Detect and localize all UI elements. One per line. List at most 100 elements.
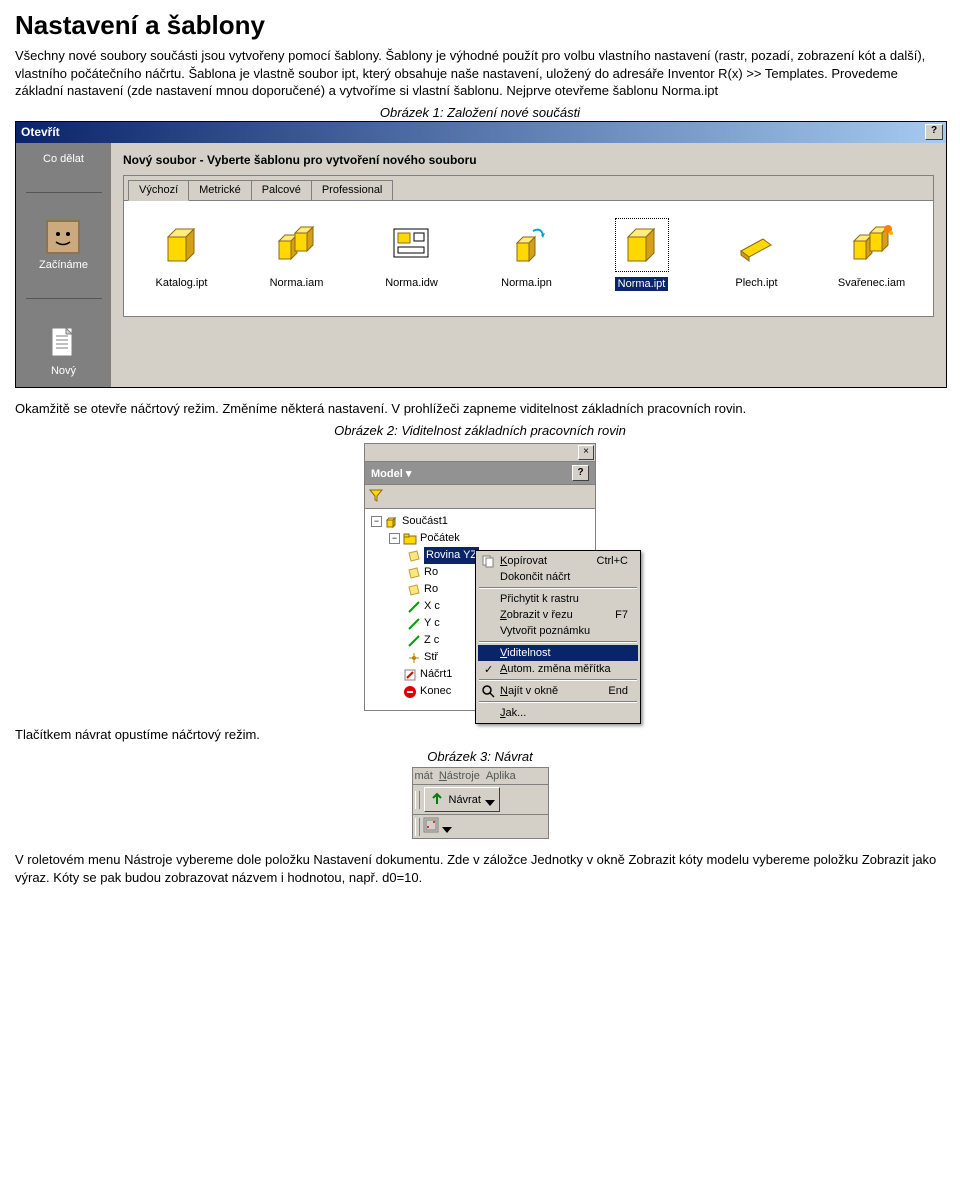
shortcut: End — [608, 685, 628, 697]
sidebar-label: Začínáme — [39, 259, 88, 271]
grip-icon — [415, 791, 420, 809]
menu-label: Vytvořit poznámku — [500, 625, 590, 637]
close-button[interactable]: × — [578, 445, 594, 460]
template-label: Plech.ipt — [735, 277, 777, 289]
template-norma-iam[interactable]: Norma.iam — [254, 221, 339, 291]
sidebar-zaciname[interactable]: Začínáme — [39, 220, 88, 271]
tree-label: Náčrt1 — [420, 666, 452, 683]
sketch-icon[interactable] — [423, 817, 439, 836]
presentation-icon — [503, 221, 551, 269]
template-norma-idw[interactable]: Norma.idw — [369, 221, 454, 291]
plane-icon — [407, 583, 421, 597]
menu-prichytit[interactable]: Přichytit k rastru — [478, 591, 638, 607]
tree-label: Konec — [420, 683, 451, 700]
page-title: Nastavení a šablony — [15, 10, 945, 41]
copy-icon — [481, 554, 495, 568]
menu-najit[interactable]: Najít v okně End — [478, 683, 638, 699]
folder-icon — [403, 532, 417, 546]
menu-viditelnost[interactable]: Viditelnost — [478, 645, 638, 661]
menu-bar: mát Nástroje Aplika — [413, 768, 548, 785]
template-norma-ipt[interactable]: Norma.ipt — [599, 221, 684, 291]
menu-aplika[interactable]: Aplika — [486, 770, 516, 782]
tab-vychozi[interactable]: Výchozí — [128, 180, 189, 201]
filter-toolbar — [365, 485, 595, 509]
menu-zobrazit-rez[interactable]: Zobrazit v řezu F7 — [478, 607, 638, 623]
part-cube-icon — [158, 221, 206, 269]
page-icon — [47, 326, 81, 360]
menu-kopirovat[interactable]: Kopírovat Ctrl+C — [478, 553, 638, 569]
sketch-icon — [403, 668, 417, 682]
model-header[interactable]: Model ▾ ? — [365, 462, 595, 485]
template-list: Katalog.ipt Norma.iam — [124, 201, 933, 316]
sidebar-label: Co dělat — [43, 153, 84, 165]
template-label: Svařenec.iam — [838, 277, 905, 289]
sidebar-co-delat[interactable]: Co dělat — [43, 153, 84, 165]
menu-nastroje[interactable]: Nástroje — [439, 770, 480, 782]
funnel-icon[interactable] — [369, 493, 383, 505]
tree-root[interactable]: − Součást1 — [367, 513, 593, 530]
shortcut: Ctrl+C — [597, 555, 628, 567]
axis-icon — [407, 634, 421, 648]
return-arrow-icon — [429, 790, 445, 809]
menu-autom-meritka[interactable]: ✓ Autom. změna měřítka — [478, 661, 638, 677]
sheet-metal-icon — [733, 221, 781, 269]
tree-label: Počátek — [420, 530, 460, 547]
menu-dokoncit[interactable]: Dokončit náčrt — [478, 569, 638, 585]
menu-label-tail: opírovat — [507, 555, 547, 567]
tree-label: Ro — [424, 581, 438, 598]
menu-separator — [479, 701, 637, 703]
template-label: Norma.iam — [270, 277, 324, 289]
collapse-icon[interactable]: − — [371, 516, 382, 527]
paragraph-3: Tlačítkem návrat opustíme náčrtový režim… — [15, 726, 945, 744]
model-browser-panel: × Model ▾ ? − Součást1 − Počátek — [364, 443, 596, 711]
navrat-button[interactable]: Návrat — [424, 787, 500, 812]
menu-label: Viditelnost — [500, 647, 551, 659]
template-label: Norma.ipn — [501, 277, 552, 289]
menu-jak[interactable]: Jak... — [478, 705, 638, 721]
toolbar-navrat: mát Nástroje Aplika Návrat — [412, 767, 549, 839]
template-plech-ipt[interactable]: Plech.ipt — [714, 221, 799, 291]
grip-icon — [415, 818, 420, 836]
panel-title: Nový soubor - Vyberte šablonu pro vytvoř… — [123, 153, 934, 167]
menu-separator — [479, 679, 637, 681]
menu-label: Dokončit náčrt — [500, 571, 570, 583]
dropdown-icon[interactable] — [442, 824, 452, 830]
sidebar-separator — [26, 298, 102, 299]
dropdown-icon[interactable] — [485, 797, 495, 803]
point-icon — [407, 651, 421, 665]
sidebar-label: Nový — [51, 365, 76, 377]
caption-3: Obrázek 3: Návrat — [15, 748, 945, 766]
paragraph-4: V roletovém menu Nástroje vybereme dole … — [15, 851, 945, 886]
paragraph-1: Všechny nové soubory součásti jsou vytvo… — [15, 47, 945, 100]
template-katalog-ipt[interactable]: Katalog.ipt — [139, 221, 224, 291]
tree-label: Součást1 — [402, 513, 448, 530]
part-cube-icon — [618, 221, 666, 269]
menu-mat[interactable]: mát — [415, 770, 433, 782]
tree-label: Stř — [424, 649, 438, 666]
template-label: Norma.idw — [385, 277, 438, 289]
axis-icon — [407, 600, 421, 614]
sidebar-separator — [26, 192, 102, 193]
weldment-icon — [848, 221, 896, 269]
help-button[interactable]: ? — [572, 465, 589, 481]
navrat-label: Návrat — [449, 794, 481, 806]
shortcut: F7 — [615, 609, 628, 621]
tab-palcove[interactable]: Palcové — [251, 180, 312, 200]
drawing-icon — [388, 221, 436, 269]
collapse-icon[interactable]: − — [389, 533, 400, 544]
dialog-open: Otevřít ? Co dělat Začínáme Nový — [15, 121, 947, 388]
tree-label: Ro — [424, 564, 438, 581]
template-label: Norma.ipt — [615, 277, 669, 291]
caption-2: Obrázek 2: Viditelnost základních pracov… — [15, 422, 945, 440]
sidebar-novy[interactable]: Nový — [47, 326, 81, 377]
menu-poznamka[interactable]: Vytvořit poznámku — [478, 623, 638, 639]
help-button[interactable]: ? — [925, 124, 943, 140]
tree-pocatek[interactable]: − Počátek — [367, 530, 593, 547]
tab-professional[interactable]: Professional — [311, 180, 394, 200]
template-norma-ipn[interactable]: Norma.ipn — [484, 221, 569, 291]
dialog-sidebar: Co dělat Začínáme Nový — [16, 143, 111, 387]
assembly-icon — [273, 221, 321, 269]
panel-titlebar: × — [365, 444, 595, 462]
template-svarenec-iam[interactable]: Svařenec.iam — [829, 221, 914, 291]
tab-metricke[interactable]: Metrické — [188, 180, 252, 200]
